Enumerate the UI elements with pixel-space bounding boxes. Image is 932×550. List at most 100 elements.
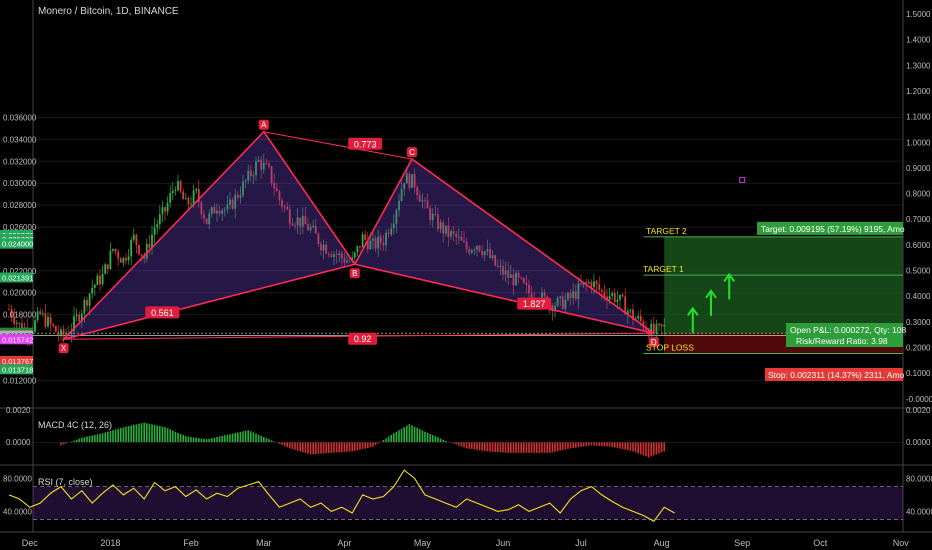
candle-body [140, 254, 143, 256]
ratio-label: 0.773 [354, 139, 377, 149]
candle-body [655, 324, 658, 334]
candle-body [650, 323, 653, 336]
target-2-label: TARGET 2 [646, 226, 687, 236]
right-axis-tick: -0.0000 [906, 395, 932, 404]
point-label: C [409, 148, 415, 157]
candle-body [603, 291, 606, 297]
candle-body [629, 309, 632, 311]
right-axis-tick: 0.5000 [906, 267, 931, 276]
candle-body [663, 324, 666, 327]
candle-body [174, 190, 177, 191]
candle-body [353, 252, 356, 258]
candle-body [18, 322, 21, 324]
candle-body [613, 293, 616, 303]
candle-body [135, 234, 138, 246]
x-axis-label: Sep [734, 538, 750, 548]
rsi-left-tick: 40.0000 [3, 507, 32, 516]
candle-body [182, 191, 185, 200]
candle-body [62, 329, 65, 335]
candle-body [125, 257, 127, 261]
right-axis-tick: 0.3000 [906, 318, 931, 327]
x-axis-label: 2018 [100, 538, 120, 548]
candle-body [65, 332, 68, 335]
candle-body [86, 300, 88, 306]
candle-body [106, 264, 109, 269]
candle-body [359, 246, 361, 248]
right-axis-tick: 0.4000 [906, 292, 931, 301]
candle-body [130, 239, 133, 257]
candle-body [112, 248, 114, 251]
candle-body [52, 323, 55, 326]
candle-body [364, 234, 367, 240]
chart-canvas: XABCD0.7730.5611.8270.92 0.0360000.03400… [0, 0, 932, 548]
candle-body [47, 316, 49, 327]
candle-body [184, 198, 187, 200]
candle-body [179, 181, 182, 192]
candle-body [93, 284, 96, 288]
candle-body [616, 299, 619, 303]
candle-body [166, 202, 169, 212]
candle-body [611, 293, 614, 296]
rsi-title: RSI (7, close) [38, 477, 93, 487]
right-axis-tick: 0.7000 [906, 215, 931, 224]
right-axis-tick: 1.5000 [906, 10, 931, 19]
candle-body [658, 324, 660, 325]
candle-body [171, 190, 174, 194]
candle-body [119, 258, 122, 263]
candle-body [590, 282, 593, 288]
target-info-text: Target: 0.009195 (57.19%) 9195, Amo [761, 224, 905, 234]
harmonic-pattern: XABCD0.7730.5611.8270.92 [58, 119, 746, 354]
point-label: A [261, 121, 267, 130]
candle-body [114, 248, 117, 252]
candle-body [619, 294, 621, 300]
price-tag-text: 0.024000 [2, 240, 33, 249]
candle-body [187, 198, 190, 205]
candle-body [637, 315, 640, 319]
candle-body [96, 275, 99, 285]
candle-body [99, 275, 101, 285]
x-axis-label: Oct [813, 538, 828, 548]
point-label: X [61, 344, 67, 353]
right-axis-tick: 0.2000 [906, 343, 931, 352]
candle-body [78, 314, 81, 322]
candle-body [44, 313, 47, 327]
x-axis-label: Mar [256, 538, 272, 548]
candle-body [15, 322, 18, 324]
rsi-band-fill [33, 486, 903, 520]
right-axis-tick: 1.2000 [906, 87, 931, 96]
x-axis-label: Feb [183, 538, 199, 548]
price-tag-text: 0.021391 [2, 273, 33, 282]
xab-triangle [61, 130, 357, 341]
candle-body [153, 227, 156, 235]
candle-body [177, 181, 179, 191]
left-axis-tick: 0.032000 [3, 157, 37, 166]
left-axis-tick: 0.018000 [3, 311, 37, 320]
candle-body [57, 331, 60, 336]
candle-body [164, 207, 166, 212]
left-axis-tick: 0.036000 [3, 114, 37, 123]
macd-histogram [33, 422, 903, 458]
left-axis-tick: 0.012000 [3, 376, 37, 385]
candle-body [83, 300, 86, 314]
macd-right-tick: 0.0000 [906, 438, 931, 447]
candle-body [169, 193, 172, 203]
candle-body [75, 314, 78, 316]
candle-body [639, 315, 642, 322]
price-tag-text: 0.015742 [2, 335, 33, 344]
candle-body [600, 289, 603, 292]
candle-body [158, 214, 161, 225]
pnl-line-1: Open P&L: 0.000272, Qty: 108 [790, 325, 907, 335]
candle-body [91, 287, 94, 294]
candle-body [41, 313, 44, 314]
left-axis-tick: 0.028000 [3, 201, 37, 210]
candle-body [192, 190, 195, 204]
candle-body [356, 246, 359, 253]
target-1-label: TARGET 1 [643, 264, 684, 274]
x-axis-label: Nov [893, 538, 910, 548]
x-axis-label: Apr [337, 538, 351, 548]
candle-body [361, 234, 364, 248]
candle-body [109, 250, 112, 269]
ratio-label: 0.92 [354, 334, 372, 344]
price-tags: 0.0252730.0252270.0240000.0213910.016350… [0, 229, 33, 375]
candle-body [36, 311, 39, 321]
